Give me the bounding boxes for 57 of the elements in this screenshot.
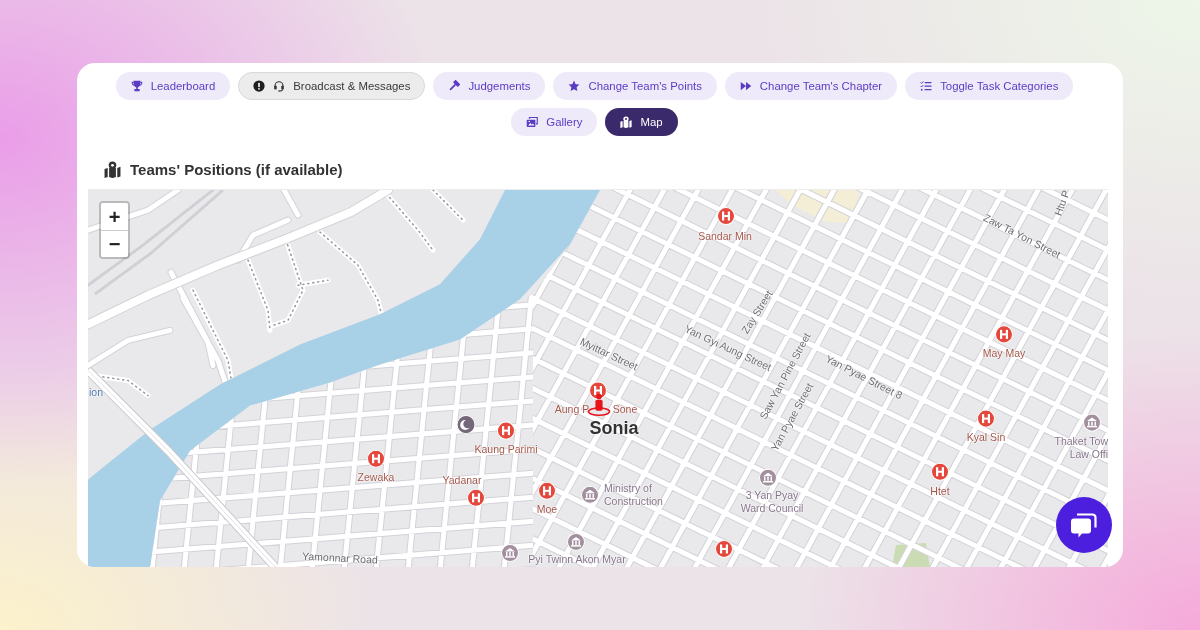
tab-button[interactable]: Broadcast & Messages [238,72,426,100]
government-building-icon [501,543,519,562]
tab-button[interactable]: Change Team's Points [553,72,717,100]
place-label: Yadanar [442,473,482,487]
hospital-icon [931,462,949,481]
government-building-icon [1083,413,1101,432]
government-building-icon [581,485,599,504]
zoom-in-button[interactable]: + [101,203,128,230]
map-location-icon [620,116,633,128]
place-label: Kaung Parimi [474,442,538,456]
place-label: Zewaka [357,470,395,484]
hospital-icon [715,539,733,558]
place-label: Moe [536,502,558,516]
area-label: ion [89,385,103,399]
tab-button[interactable]: Toggle Task Categories [905,72,1074,100]
hospital-icon [977,409,995,428]
tab-button[interactable]: Leaderboard [115,72,231,100]
panel-title: Teams' Positions (if available) [130,161,343,178]
star-icon [568,80,581,92]
checklist-icon [920,80,933,92]
team-name-label: Sonia [589,417,639,439]
hospital-icon [367,449,385,468]
hospital-icon [995,325,1013,344]
place-label: Kyal Sin [966,430,1006,444]
street-label: Yamonnar Road [301,549,379,567]
tab-button[interactable]: Map [605,108,678,136]
hospital-icon [717,207,735,226]
place-label: 3 Yan Pyay Ward Council [739,489,805,515]
crescent-icon [456,415,476,435]
zoom-out-button[interactable]: − [101,230,128,257]
images-icon [526,116,539,128]
government-building-icon [567,532,585,551]
map-location-icon [104,161,121,178]
headset-icon [273,80,286,92]
place-label: Htet [930,484,950,498]
hospital-icon [538,481,556,500]
fast-forward-icon [739,80,752,92]
trophy-icon [130,80,143,92]
street-label: Htu P [1051,190,1073,218]
place-label: Sandar Min [698,229,752,243]
place-label: Pyi Twinn Akon Myar [528,552,626,566]
person-marker-icon[interactable] [587,393,611,416]
place-label: May May [982,346,1026,360]
place-label: Aung P [554,402,590,416]
government-building-icon [759,468,777,487]
hospital-icon [497,421,515,440]
gavel-icon [448,80,461,92]
exclamation-icon [253,80,266,92]
place-label: Ministry of Construction [604,482,664,508]
hospital-icon [467,488,485,507]
park-area [892,542,930,567]
hospital-icon [589,381,607,400]
place-label: Sone [612,402,638,416]
tab-button[interactable]: Judgements [433,72,546,100]
place-label: Thaket Tow Law Offi [1053,435,1108,461]
tab-button[interactable]: Gallery [511,108,598,136]
tab-button[interactable]: Change Team's Chapter [724,72,898,100]
